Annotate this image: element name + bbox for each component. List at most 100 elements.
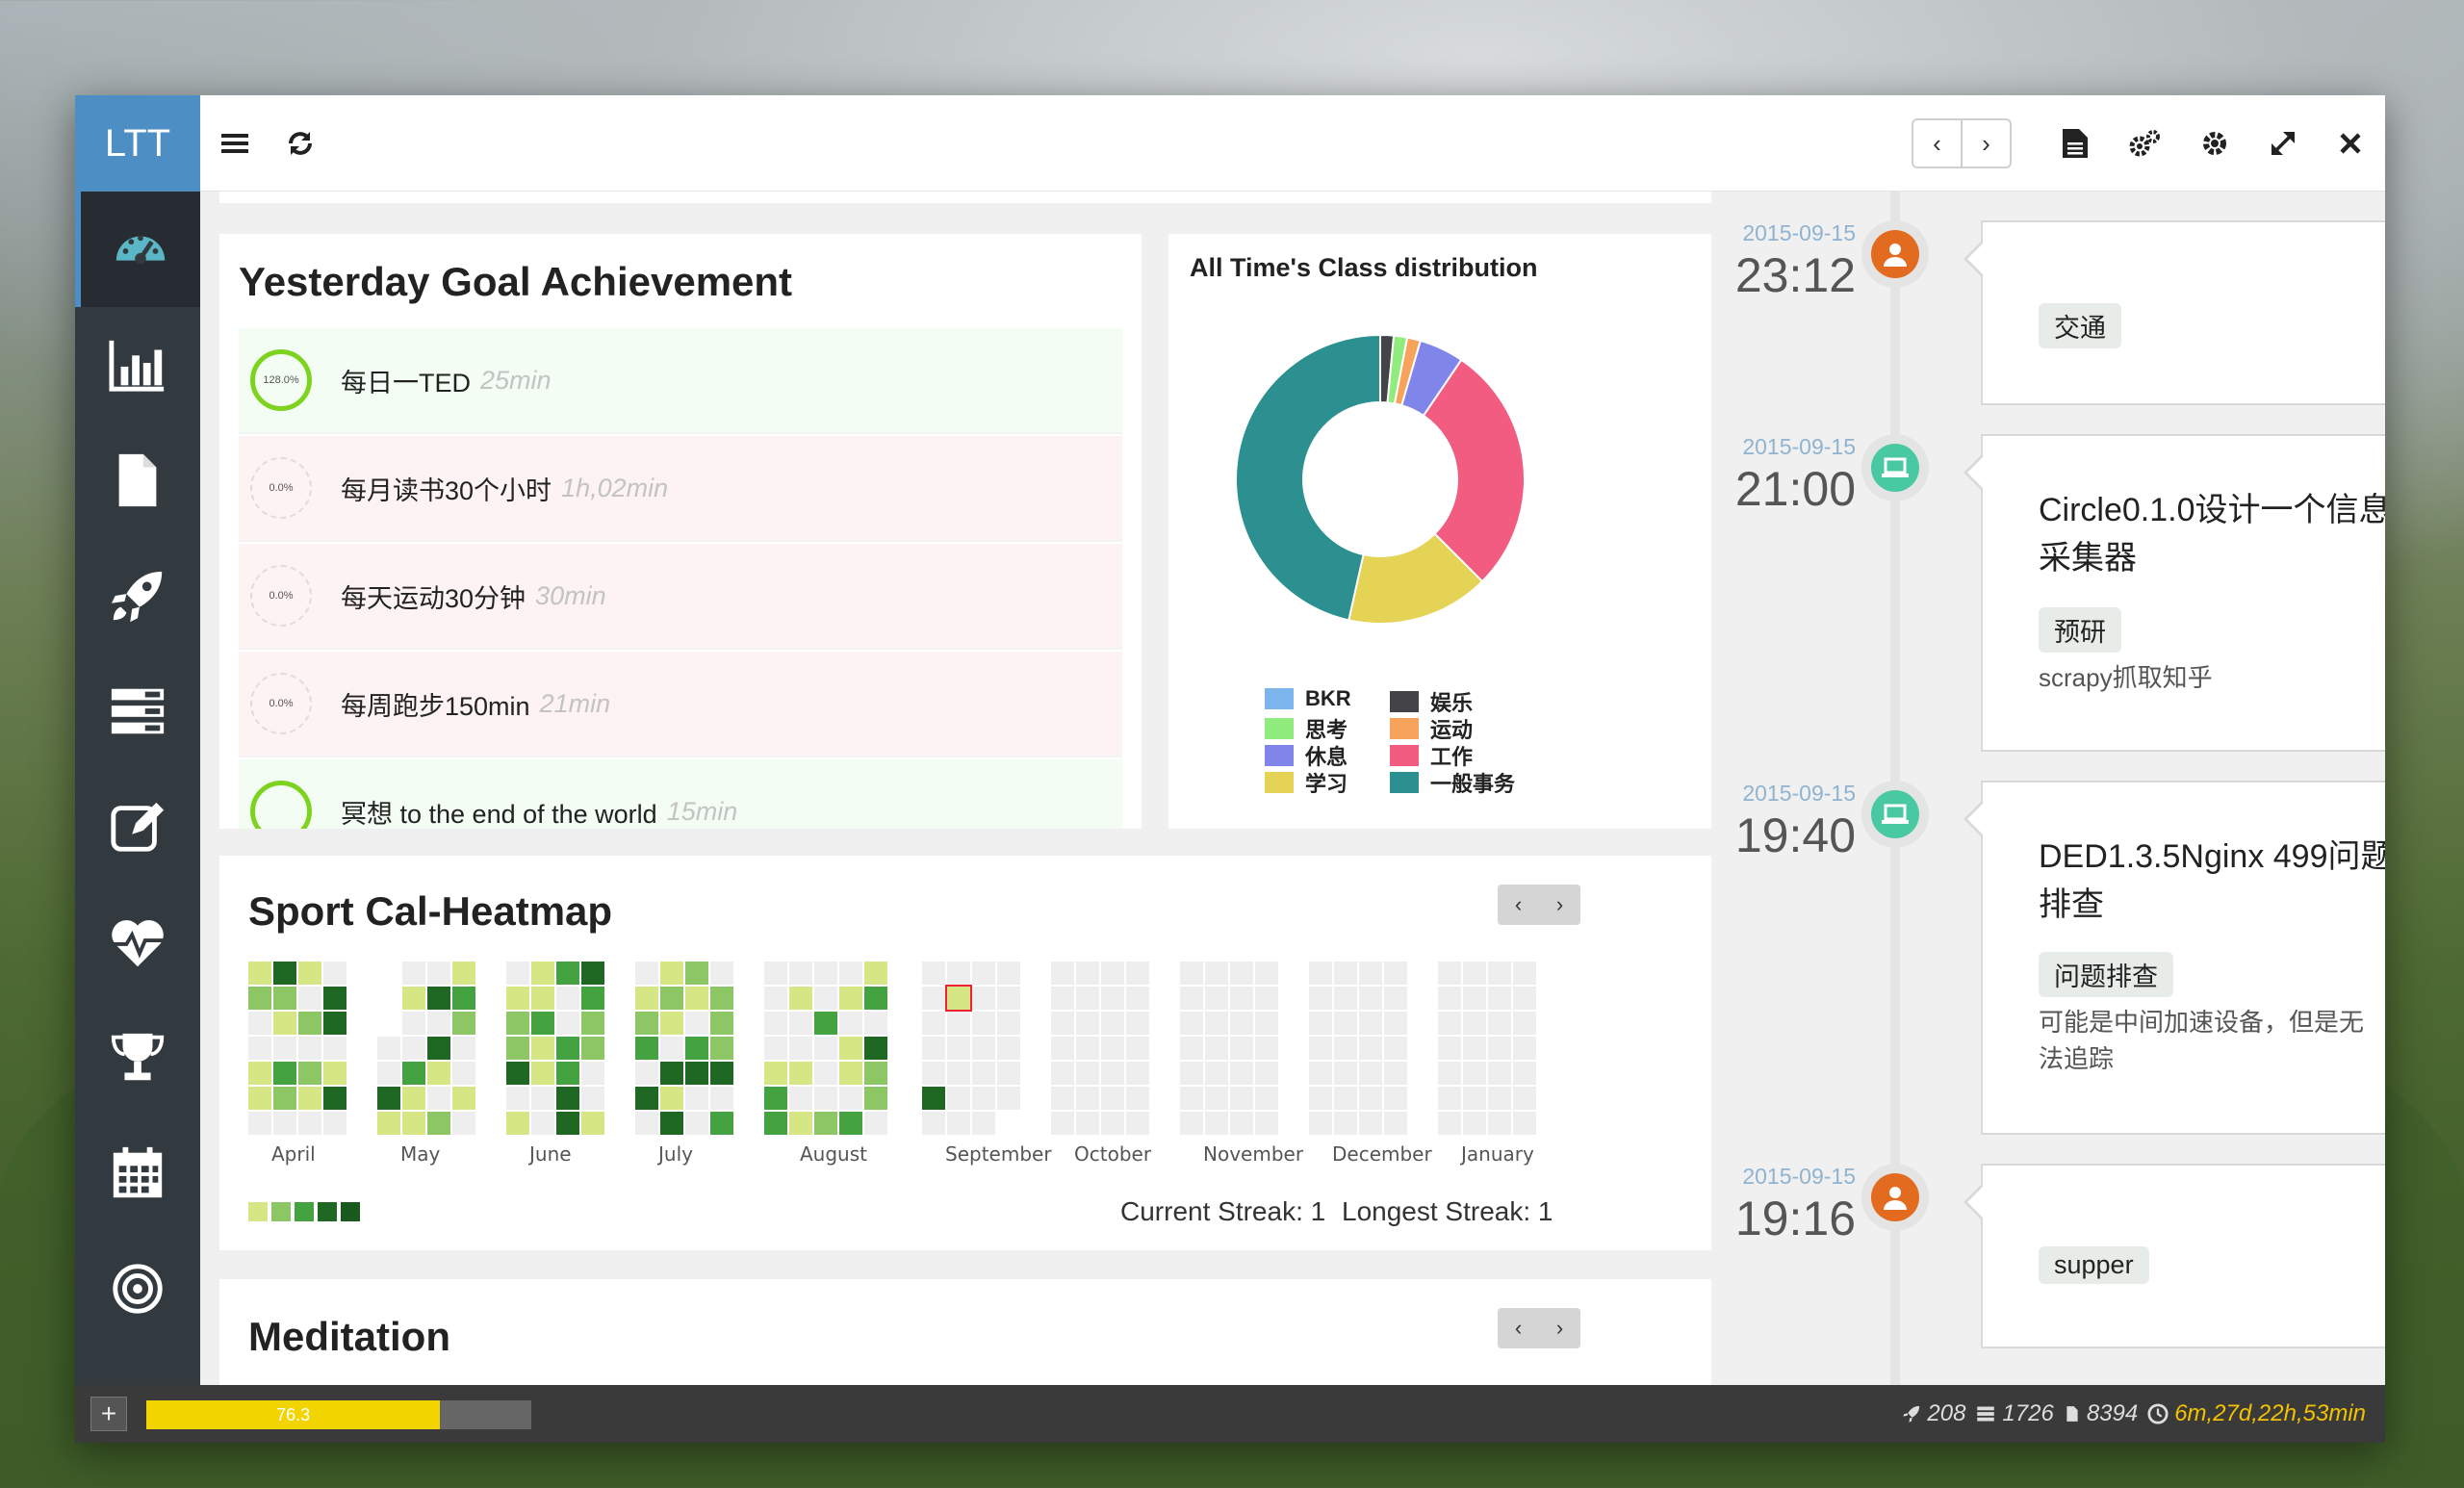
heatmap-cell[interactable] — [710, 1112, 733, 1135]
heatmap-cell[interactable] — [1359, 1012, 1382, 1035]
heatmap-cell[interactable] — [1359, 1037, 1382, 1060]
heatmap-cell[interactable] — [1463, 962, 1486, 985]
heatmap-cell[interactable] — [531, 1037, 554, 1060]
heatmap-cell[interactable] — [581, 1062, 604, 1085]
heatmap-cell[interactable] — [685, 1012, 708, 1035]
heatmap-cell[interactable] — [377, 1062, 400, 1085]
heatmap-cell[interactable] — [789, 1062, 812, 1085]
meditation-prev-button[interactable]: ‹ — [1498, 1308, 1539, 1348]
meditation-next-button[interactable]: › — [1539, 1308, 1580, 1348]
heatmap-cell[interactable] — [402, 987, 425, 1010]
heatmap-cell[interactable] — [1463, 1012, 1486, 1035]
heatmap-cell[interactable] — [710, 1062, 733, 1085]
sidebar-item-documents[interactable] — [75, 423, 200, 538]
heatmap-cell[interactable] — [972, 1087, 995, 1110]
heatmap-cell[interactable] — [1126, 1112, 1149, 1135]
heatmap-cell[interactable] — [997, 1012, 1020, 1035]
heatmap-cell[interactable] — [1230, 1012, 1253, 1035]
heatmap-cell[interactable] — [452, 987, 475, 1010]
heatmap-cell[interactable] — [1359, 1062, 1382, 1085]
goal-row[interactable]: 冥想 to the end of the world 15min — [239, 759, 1122, 829]
heatmap-cell[interactable] — [1101, 1112, 1124, 1135]
heatmap-cell[interactable] — [972, 962, 995, 985]
heatmap-cell[interactable] — [972, 987, 995, 1010]
heatmap-cell[interactable] — [427, 1037, 450, 1060]
heatmap-cell[interactable] — [452, 1037, 475, 1060]
heatmap-cell[interactable] — [1513, 1112, 1536, 1135]
heatmap-cell[interactable] — [1101, 987, 1124, 1010]
heatmap-cell[interactable] — [947, 1087, 970, 1110]
heatmap-cell[interactable] — [323, 987, 346, 1010]
heatmap-cell[interactable] — [1463, 1062, 1486, 1085]
heatmap-prev-button[interactable]: ‹ — [1498, 885, 1539, 925]
heatmap-cell[interactable] — [556, 1062, 579, 1085]
heatmap-cell[interactable] — [1384, 987, 1407, 1010]
heatmap-cell[interactable] — [814, 1037, 837, 1060]
heatmap-cell[interactable] — [789, 1012, 812, 1035]
heatmap-cell[interactable] — [581, 1112, 604, 1135]
heatmap-cell[interactable] — [273, 1037, 296, 1060]
menu-icon[interactable] — [216, 124, 254, 163]
heatmap-cell[interactable] — [839, 1012, 862, 1035]
heatmap-cell[interactable] — [1205, 1012, 1228, 1035]
heatmap-cell[interactable] — [248, 1012, 271, 1035]
heatmap-cell[interactable] — [922, 962, 945, 985]
heatmap-cell[interactable] — [1488, 1037, 1511, 1060]
heatmap-cell[interactable] — [1180, 962, 1203, 985]
heatmap-cell[interactable] — [273, 1012, 296, 1035]
heatmap-cell[interactable] — [972, 1062, 995, 1085]
heatmap-cell[interactable] — [1309, 1112, 1332, 1135]
heatmap-cell[interactable] — [947, 1112, 970, 1135]
heatmap-cell[interactable] — [506, 1087, 529, 1110]
heatmap-cell[interactable] — [864, 1087, 887, 1110]
heatmap-cell[interactable] — [273, 1062, 296, 1085]
heatmap-cell[interactable] — [997, 987, 1020, 1010]
heatmap-cell[interactable] — [1309, 1037, 1332, 1060]
heatmap-cell[interactable] — [972, 1037, 995, 1060]
heatmap-cell[interactable] — [1051, 1037, 1074, 1060]
heatmap-cell[interactable] — [1438, 1012, 1461, 1035]
timeline-card[interactable]: supper — [1964, 1164, 2385, 1348]
heatmap-cell[interactable] — [506, 1112, 529, 1135]
heatmap-cell[interactable] — [972, 1012, 995, 1035]
heatmap-cell[interactable] — [864, 962, 887, 985]
heatmap-cell[interactable] — [922, 1037, 945, 1060]
heatmap-cell[interactable] — [660, 1062, 683, 1085]
heatmap-cell[interactable] — [1513, 1012, 1536, 1035]
heatmap-cell[interactable] — [635, 1112, 658, 1135]
heatmap-cell[interactable] — [764, 987, 787, 1010]
heatmap-cell[interactable] — [1309, 962, 1332, 985]
sidebar-item-health[interactable] — [75, 885, 200, 1000]
heatmap-cell[interactable] — [1126, 1037, 1149, 1060]
prev-button[interactable]: ‹ — [1913, 120, 1963, 167]
heatmap-cell[interactable] — [764, 962, 787, 985]
heatmap-cell[interactable] — [248, 1037, 271, 1060]
timeline-card[interactable]: 交通 — [1964, 220, 2385, 405]
heatmap-cell[interactable] — [1076, 1112, 1099, 1135]
heatmap-cell[interactable] — [427, 1112, 450, 1135]
heatmap-cell[interactable] — [1230, 962, 1253, 985]
legend-item[interactable]: BKR — [1265, 686, 1351, 711]
heatmap-cell[interactable] — [1101, 962, 1124, 985]
app-logo[interactable]: LTT — [75, 95, 200, 192]
heatmap-cell[interactable] — [922, 1012, 945, 1035]
heatmap-cell[interactable] — [531, 962, 554, 985]
heatmap-cell[interactable] — [1255, 1012, 1278, 1035]
heatmap-cell[interactable] — [1438, 1037, 1461, 1060]
heatmap-cell[interactable] — [1463, 1037, 1486, 1060]
heatmap-cell[interactable] — [556, 1012, 579, 1035]
heatmap-cell[interactable] — [1126, 1012, 1149, 1035]
heatmap-cell[interactable] — [660, 1087, 683, 1110]
heatmap-cell[interactable] — [427, 1062, 450, 1085]
heatmap-cell[interactable] — [1463, 1087, 1486, 1110]
heatmap-cell[interactable] — [839, 1112, 862, 1135]
heatmap-cell[interactable] — [452, 1062, 475, 1085]
heatmap-cell[interactable] — [1076, 1062, 1099, 1085]
heatmap-cell[interactable] — [1513, 1062, 1536, 1085]
heatmap-cell[interactable] — [1205, 962, 1228, 985]
heatmap-cell[interactable] — [581, 987, 604, 1010]
heatmap-cell[interactable] — [581, 1087, 604, 1110]
heatmap-cell[interactable] — [1309, 987, 1332, 1010]
heatmap-cell[interactable] — [1180, 1062, 1203, 1085]
heatmap-cell[interactable] — [1438, 962, 1461, 985]
